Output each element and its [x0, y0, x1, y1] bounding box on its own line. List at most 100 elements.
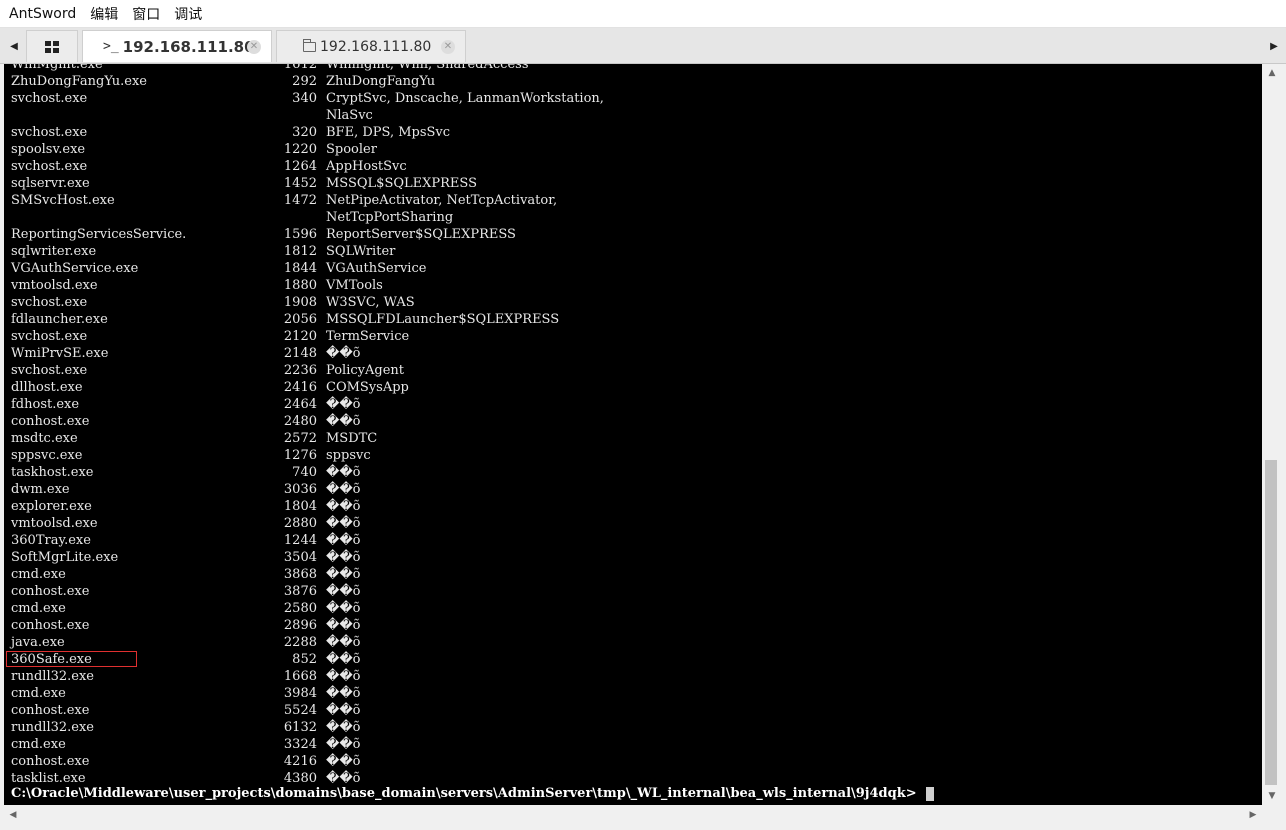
process-pid: 2580 — [283, 601, 317, 616]
process-row: conhost.exe 4216 ��õ — [11, 753, 604, 770]
process-services: ��õ — [326, 482, 361, 497]
process-services: ��õ — [326, 669, 361, 684]
process-services: ��õ — [326, 397, 361, 412]
process-name: rundll32.exe — [11, 669, 94, 684]
process-name: cmd.exe — [11, 737, 66, 752]
vertical-scrollbar[interactable]: ▲ ▼ — [1262, 64, 1282, 805]
tab-bar: ◀ >_ 192.168.111.80 ✕ 192.168.111.80 ✕ ▶ — [0, 28, 1286, 64]
process-row: svchost.exe 1264 AppHostSvc — [11, 158, 604, 175]
process-services: Spooler — [326, 142, 377, 157]
process-pid: 1276 — [283, 448, 317, 463]
process-services: ��õ — [326, 516, 361, 531]
scroll-right-icon[interactable]: ▶ — [1244, 805, 1262, 825]
process-pid: 852 — [292, 652, 317, 667]
process-name: java.exe — [11, 635, 65, 650]
process-row: cmd.exe 3324 ��õ — [11, 736, 604, 753]
process-services: ZhuDongFangYu — [326, 74, 436, 89]
tab-file-manager[interactable]: 192.168.111.80 ✕ — [276, 30, 466, 62]
process-services: ��õ — [326, 550, 361, 565]
process-name: cmd.exe — [11, 686, 66, 701]
process-pid: 2056 — [283, 312, 317, 327]
process-name: WinMgmt.exe — [11, 64, 103, 72]
process-name: ZhuDongFangYu.exe — [11, 74, 147, 89]
tab-file-manager-label: 192.168.111.80 — [320, 38, 432, 55]
menu-debug[interactable]: 调试 — [174, 4, 202, 24]
process-name: svchost.exe — [11, 363, 88, 378]
close-icon[interactable]: ✕ — [441, 40, 455, 54]
process-pid: 3984 — [283, 686, 317, 701]
process-pid: 2236 — [283, 363, 317, 378]
tab-scroll-right-icon[interactable]: ▶ — [1264, 28, 1284, 64]
command-prompt[interactable]: C:\Oracle\Middleware\user_projects\domai… — [11, 785, 934, 802]
process-name: SoftMgrLite.exe — [11, 550, 119, 565]
process-pid: 1612 — [283, 64, 317, 72]
menu-edit[interactable]: 编辑 — [90, 4, 118, 24]
tab-home[interactable] — [26, 30, 78, 62]
process-name: taskhost.exe — [11, 465, 94, 480]
process-pid: 2148 — [283, 346, 317, 361]
tab-terminal[interactable]: >_ 192.168.111.80 ✕ — [82, 30, 272, 62]
terminal-output[interactable]: WinMgmt.exe 1612 Winmgmt, Wmi, SharedAcces… — [4, 64, 1262, 805]
process-row: fdhost.exe 2464 ��õ — [11, 396, 604, 413]
tab-scroll-left-icon[interactable]: ◀ — [4, 28, 24, 64]
process-row: cmd.exe 3984 ��õ — [11, 685, 604, 702]
process-row: sppsvc.exe 1276 sppsvc — [11, 447, 604, 464]
process-pid: 2480 — [283, 414, 317, 429]
process-pid: 1220 — [283, 142, 317, 157]
process-services: ��õ — [326, 567, 361, 582]
process-row: SMSvcHost.exe 1472 NetPipeActivator, NetTc… — [11, 192, 604, 209]
process-row: NetTcpPortSharing — [11, 209, 604, 226]
process-pid — [281, 209, 317, 226]
process-row: conhost.exe 2480 ��õ — [11, 413, 604, 430]
process-pid: 1880 — [283, 278, 317, 293]
process-services: ��õ — [326, 346, 361, 361]
process-name: dwm.exe — [11, 482, 70, 497]
scroll-down-icon[interactable]: ▼ — [1262, 787, 1282, 805]
process-name: sqlservr.exe — [11, 176, 90, 191]
process-pid: 3876 — [283, 584, 317, 599]
menu-window[interactable]: 窗口 — [132, 4, 160, 24]
scroll-thumb[interactable] — [1265, 460, 1277, 785]
process-name: spoolsv.exe — [11, 142, 86, 157]
scroll-left-icon[interactable]: ◀ — [4, 805, 22, 825]
process-pid: 1452 — [283, 176, 317, 191]
process-row: ZhuDongFangYu.exe 292 ZhuDongFangYu — [11, 73, 604, 90]
process-row: msdtc.exe 2572 MSDTC — [11, 430, 604, 447]
process-services: CryptSvc, Dnscache, LanmanWorkstation, — [326, 91, 604, 106]
process-row: conhost.exe 3876 ��õ — [11, 583, 604, 600]
process-name: cmd.exe — [11, 601, 66, 616]
process-name: sqlwriter.exe — [11, 244, 97, 259]
process-name: conhost.exe — [11, 414, 90, 429]
process-row: rundll32.exe 1668 ��õ — [11, 668, 604, 685]
process-services: ��õ — [326, 652, 361, 667]
process-services: ��õ — [326, 754, 361, 769]
process-name: svchost.exe — [11, 159, 88, 174]
process-services: ��õ — [326, 533, 361, 548]
process-row: sqlservr.exe 1452 MSSQL$SQLEXPRESS — [11, 175, 604, 192]
process-row: vmtoolsd.exe 1880 VMTools — [11, 277, 604, 294]
grid-icon — [45, 40, 59, 53]
process-row: rundll32.exe 6132 ��õ — [11, 719, 604, 736]
process-services: MSSQLFDLauncher$SQLEXPRESS — [326, 312, 560, 327]
process-name — [11, 107, 281, 124]
process-pid: 3036 — [283, 482, 317, 497]
horizontal-scrollbar[interactable]: ◀ ▶ — [4, 805, 1262, 825]
process-name: sppsvc.exe — [11, 448, 83, 463]
process-services: ��õ — [326, 414, 361, 429]
process-name: cmd.exe — [11, 567, 66, 582]
process-pid: 740 — [292, 465, 317, 480]
process-pid: 1804 — [283, 499, 317, 514]
menu-antsword[interactable]: AntSword — [9, 6, 76, 22]
process-services: sppsvc — [326, 448, 371, 463]
process-row: taskhost.exe 740 ��õ — [11, 464, 604, 481]
process-row: java.exe 2288 ��õ — [11, 634, 604, 651]
process-name: conhost.exe — [11, 618, 90, 633]
process-pid: 1668 — [283, 669, 317, 684]
process-services: VGAuthService — [326, 261, 427, 276]
process-name: vmtoolsd.exe — [11, 278, 98, 293]
scroll-up-icon[interactable]: ▲ — [1262, 64, 1282, 82]
close-icon[interactable]: ✕ — [247, 40, 261, 54]
process-services: VMTools — [326, 278, 383, 293]
process-pid: 3868 — [283, 567, 317, 582]
process-row: 360Tray.exe 1244 ��õ — [11, 532, 604, 549]
